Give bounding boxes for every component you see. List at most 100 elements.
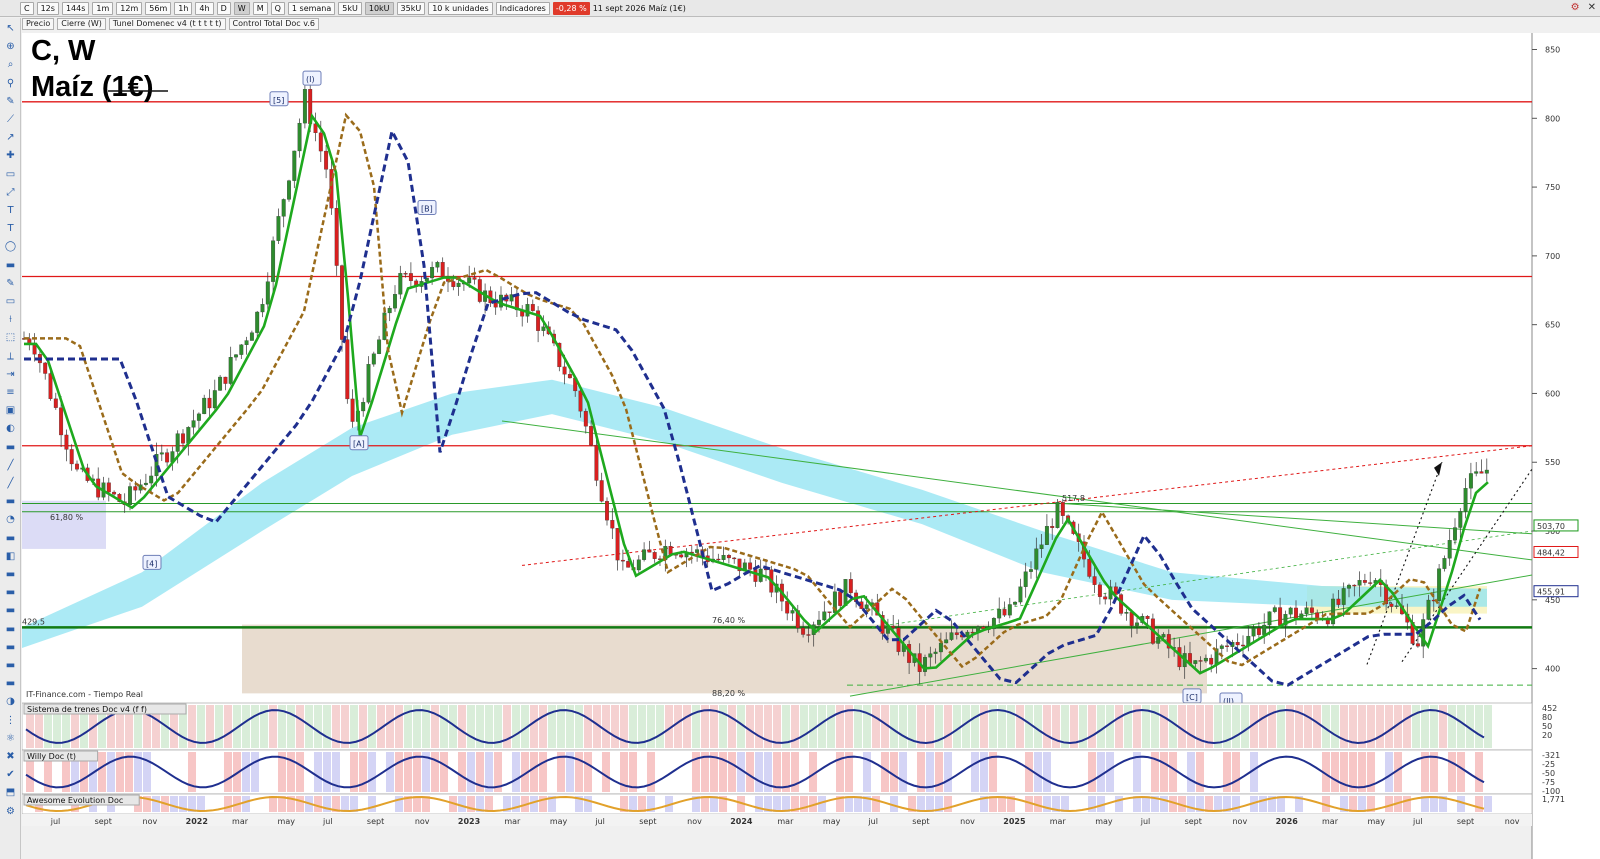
drawing-tool-icon[interactable]: ▬ (4, 604, 17, 617)
candle-body (610, 520, 615, 529)
close-icon[interactable]: ✕ (1588, 2, 1596, 13)
volume-10ku[interactable]: 10kU (364, 1, 394, 15)
timeframe-m[interactable]: M (252, 1, 268, 15)
drawing-tool-icon[interactable]: ▬ (4, 659, 17, 672)
drawing-tool-icon[interactable]: ✚ (4, 149, 17, 162)
drawing-tool-icon[interactable]: ▭ (4, 168, 17, 181)
timeframe-w[interactable]: W (233, 1, 250, 15)
candle-body (716, 558, 721, 561)
drawing-tool-icon[interactable]: ↗ (4, 131, 17, 144)
drawing-tool-icon[interactable]: ⚛ (4, 732, 17, 745)
drawing-tool-icon[interactable]: ▬ (4, 441, 17, 454)
timeframe-1m[interactable]: 1m (92, 1, 114, 15)
drawing-tool-icon[interactable]: ╱ (4, 459, 17, 472)
volume-35ku[interactable]: 35kU (396, 1, 426, 15)
candle-body (1394, 605, 1399, 607)
candle-body (620, 559, 625, 562)
indicator-bar (242, 752, 250, 792)
drawing-tool-icon[interactable]: ▬ (4, 495, 17, 508)
drawing-tool-icon[interactable]: ▬ (4, 677, 17, 690)
settings-icon[interactable]: ⚙ (1571, 2, 1580, 13)
drawing-tool-icon[interactable]: ⌕ (4, 58, 17, 71)
candle-body (1251, 627, 1256, 637)
drawing-tool-icon[interactable]: ↖ (4, 22, 17, 35)
candle-body (255, 311, 260, 333)
timeframe-56m[interactable]: 56m (145, 1, 172, 15)
drawing-tool-icon[interactable]: T (4, 222, 17, 235)
candle-body (562, 366, 567, 375)
candle-body (1135, 622, 1139, 626)
timeframe-1h[interactable]: 1h (174, 1, 193, 15)
indicator-bar (683, 705, 691, 748)
indicator-bar (728, 796, 736, 812)
drawing-tool-icon[interactable]: ╱ (4, 477, 17, 490)
indicator-bar (1403, 705, 1411, 748)
candle-body (1198, 660, 1203, 662)
indicators-button[interactable]: Indicadores (495, 1, 550, 15)
legend-price[interactable]: Precio (22, 18, 55, 30)
indicator-bar (1457, 705, 1465, 748)
units-dropdown[interactable]: 10 k unidades (428, 1, 493, 15)
drawing-tool-icon[interactable]: ✖ (4, 750, 17, 763)
drawing-tool-icon[interactable]: ▬ (4, 623, 17, 636)
drawing-tool-icon[interactable]: ◑ (4, 695, 17, 708)
candle-body (567, 374, 572, 379)
legend-close[interactable]: Cierre (W) (57, 18, 106, 30)
drawing-tool-icon[interactable]: ⚲ (4, 77, 17, 90)
symbol-selector[interactable]: C (20, 1, 34, 15)
drawing-tool-icon[interactable]: ⟂ (4, 350, 17, 363)
timeframe-12m[interactable]: 12m (116, 1, 143, 15)
drawing-tool-icon[interactable]: ⤢ (4, 186, 17, 199)
drawing-tool-icon[interactable]: ≡ (4, 386, 17, 399)
drawing-tool-icon[interactable]: ◧ (4, 550, 17, 563)
drawing-tool-icon[interactable]: ▬ (4, 568, 17, 581)
drawing-tool-icon[interactable]: ✎ (4, 277, 17, 290)
candle-body (1426, 599, 1431, 620)
drawing-tool-icon[interactable]: ✔ (4, 768, 17, 781)
drawing-tool-icon[interactable]: ▭ (4, 295, 17, 308)
candle-body (1209, 657, 1214, 665)
indicator-bar (215, 752, 223, 792)
indicator-bar (1160, 705, 1168, 748)
timeframe-144s[interactable]: 144s (61, 1, 90, 15)
chart-title-line1: C, W (31, 35, 96, 67)
candle-body (748, 562, 753, 570)
drawing-tool-icon[interactable]: ▬ (4, 532, 17, 545)
drawing-tool-icon[interactable]: ⟊ (4, 313, 17, 326)
drawing-tool-icon[interactable]: ✎ (4, 95, 17, 108)
timeframe-4h[interactable]: 4h (195, 1, 214, 15)
drawing-tool-icon[interactable]: ⬚ (4, 331, 17, 344)
candle-body (1225, 645, 1230, 647)
drawing-tool-icon[interactable]: ◔ (4, 513, 17, 526)
drawing-tool-icon[interactable]: ⟋ (4, 113, 17, 126)
drawing-tool-icon[interactable]: ⬒ (4, 786, 17, 799)
drawing-tool-icon[interactable]: ⚙ (4, 805, 17, 818)
wave-label: [5] (273, 96, 284, 105)
drawing-tool-icon[interactable]: ◐ (4, 422, 17, 435)
candle-body (403, 273, 408, 275)
drawing-tool-icon[interactable]: ▣ (4, 404, 17, 417)
price-chart[interactable]: 400450500550600650700750800850503,70484,… (22, 33, 1600, 859)
drawing-tool-icon[interactable]: ◯ (4, 240, 17, 253)
drawing-tool-icon[interactable]: T (4, 204, 17, 217)
candle-body (1060, 502, 1065, 516)
timeframe-d[interactable]: D (216, 1, 231, 15)
candle-body (1453, 527, 1457, 541)
legend-tunel[interactable]: Tunel Domenec v4 (t t t t t) (108, 18, 226, 30)
indicator-bar (1142, 796, 1150, 812)
timeframe-q[interactable]: Q (270, 1, 285, 15)
timeframe-12s[interactable]: 12s (36, 1, 59, 15)
drawing-tool-icon[interactable]: ▬ (4, 586, 17, 599)
fib-zone (22, 500, 106, 549)
drawing-tool-icon[interactable]: ⇥ (4, 368, 17, 381)
indicator-bar (755, 705, 763, 748)
drawing-tool-icon[interactable]: ⊕ (4, 40, 17, 53)
candle-body (1463, 488, 1468, 512)
indicator-bar (890, 752, 898, 792)
drawing-tool-icon[interactable]: ▬ (4, 259, 17, 272)
drawing-tool-icon[interactable]: ⋮ (4, 714, 17, 727)
drawing-tool-icon[interactable]: ▬ (4, 641, 17, 654)
period-dropdown[interactable]: 1 semana (287, 1, 336, 15)
legend-control[interactable]: Control Total Doc v.6 (228, 18, 319, 30)
volume-5ku[interactable]: 5kU (338, 1, 362, 15)
